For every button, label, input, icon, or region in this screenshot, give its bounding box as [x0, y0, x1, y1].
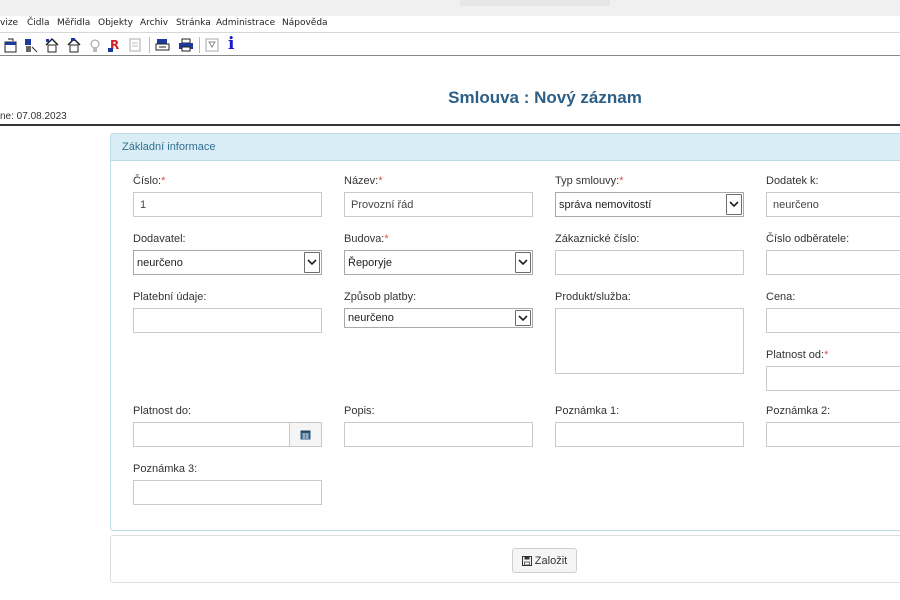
typ-smlouvy-label: Typ smlouvy:*: [555, 175, 623, 187]
typ-smlouvy-select[interactable]: správa nemovitostí: [555, 192, 744, 217]
budova-value: Řeporyje: [348, 257, 393, 269]
toolbar-separator: [149, 37, 150, 53]
cislo-odberatele-field[interactable]: [766, 250, 900, 275]
toolbar-separator: [199, 37, 200, 53]
zakaznicke-cislo-label: Zákaznické číslo:: [555, 233, 640, 245]
cislo-label: Číslo:*: [133, 175, 165, 187]
filter-icon[interactable]: [204, 37, 220, 53]
platnost-do-label: Platnost do:: [133, 405, 192, 417]
menu-item-objekty[interactable]: Objekty: [98, 18, 133, 28]
print-icon[interactable]: [178, 37, 194, 53]
platnost-do-field[interactable]: [133, 422, 290, 447]
new-window-icon[interactable]: [4, 37, 20, 53]
required-marker: *: [384, 233, 389, 245]
required-marker: *: [378, 175, 383, 187]
platnost-od-field[interactable]: [766, 366, 900, 391]
budova-label-text: Budova:: [344, 233, 385, 245]
chevron-down-icon[interactable]: [304, 252, 320, 273]
menu-item-stranka[interactable]: Stránka: [176, 18, 211, 28]
menu-item-administrace[interactable]: Administrace: [216, 18, 275, 28]
budova-label: Budova:*: [344, 233, 389, 245]
platnost-od-label: Platnost od:*: [766, 349, 828, 361]
actions-panel: Založit: [110, 535, 900, 583]
menu-item-vize[interactable]: vize: [0, 18, 18, 28]
platebni-udaje-label: Platební údaje:: [133, 291, 207, 303]
required-marker: *: [824, 349, 829, 361]
cena-label: Cena:: [766, 291, 796, 303]
poznamka2-label: Poznámka 2:: [766, 405, 831, 417]
header-divider: [0, 124, 900, 126]
create-button[interactable]: Založit: [512, 548, 577, 573]
chevron-down-icon[interactable]: [515, 252, 531, 273]
person-icon[interactable]: [23, 37, 39, 53]
nazev-label: Název:*: [344, 175, 383, 187]
cislo-label-text: Číslo:: [133, 175, 162, 187]
document-icon[interactable]: [127, 37, 143, 53]
popis-field[interactable]: [344, 422, 533, 447]
cislo-field[interactable]: 1: [133, 192, 322, 217]
menu-item-cidla[interactable]: Čidla: [27, 18, 50, 28]
nazev-label-text: Název:: [344, 175, 379, 187]
panel-heading-text: Základní informace: [122, 141, 216, 153]
produkt-sluzba-label: Produkt/služba:: [555, 291, 631, 303]
menu-item-meridla[interactable]: Měřidla: [57, 18, 90, 28]
toolbar: R i: [0, 32, 900, 56]
poznamka3-field[interactable]: [133, 480, 322, 505]
platebni-udaje-field[interactable]: [133, 308, 322, 333]
zpusob-platby-value: neurčeno: [348, 312, 394, 324]
browser-top-strip: [0, 0, 900, 16]
calendar-button[interactable]: [290, 422, 322, 447]
dodavatel-label: Dodavatel:: [133, 233, 186, 245]
house-outline-icon[interactable]: [66, 37, 82, 53]
popis-label: Popis:: [344, 405, 375, 417]
chevron-down-icon[interactable]: [726, 194, 742, 215]
platnost-od-label-text: Platnost od:: [766, 349, 825, 361]
zakaznicke-cislo-field[interactable]: [555, 250, 744, 275]
panel-heading: Základní informace: [111, 134, 900, 161]
basic-info-panel: Základní informace Číslo:* 1 Název:* Pro…: [110, 133, 900, 531]
menu-item-archiv[interactable]: Archiv: [140, 18, 168, 28]
nazev-field[interactable]: Provozní řád: [344, 192, 533, 217]
poznamka1-label: Poznámka 1:: [555, 405, 620, 417]
dodatek-label: Dodatek k:: [766, 175, 819, 187]
required-marker: *: [619, 175, 624, 187]
settings-icon[interactable]: [87, 37, 103, 53]
chevron-down-icon[interactable]: [515, 310, 531, 326]
date-label: ne: 07.08.2023: [0, 111, 67, 122]
report-r-icon[interactable]: R: [107, 37, 123, 53]
dodavatel-value: neurčeno: [137, 257, 183, 269]
save-icon: [521, 555, 532, 566]
info-icon[interactable]: i: [228, 34, 234, 54]
create-button-label: Založit: [534, 554, 568, 567]
tab-strip-hint: [460, 0, 610, 6]
cena-field[interactable]: [766, 308, 900, 333]
menu-item-napoveda[interactable]: Nápověda: [282, 18, 328, 28]
typ-smlouvy-label-text: Typ smlouvy:: [555, 175, 620, 187]
zpusob-platby-label: Způsob platby:: [344, 291, 417, 303]
house-icon[interactable]: [44, 37, 60, 53]
budova-select[interactable]: Řeporyje: [344, 250, 533, 275]
menu-bar: vize Čidla Měřidla Objekty Archiv Stránk…: [0, 16, 900, 32]
calendar-icon: [300, 430, 311, 440]
required-marker: *: [161, 175, 166, 187]
typ-smlouvy-value: správa nemovitostí: [559, 199, 652, 211]
produkt-sluzba-textarea[interactable]: [555, 308, 744, 374]
dodatek-field[interactable]: neurčeno: [766, 192, 900, 217]
cislo-odberatele-label: Číslo odběratele:: [766, 233, 850, 245]
page-title: Smlouva : Nový záznam: [448, 88, 642, 107]
poznamka1-field[interactable]: [555, 422, 744, 447]
zpusob-platby-select[interactable]: neurčeno: [344, 308, 533, 328]
poznamka2-field[interactable]: [766, 422, 900, 447]
dodavatel-select[interactable]: neurčeno: [133, 250, 322, 275]
export-icon[interactable]: [155, 37, 171, 53]
poznamka3-label: Poznámka 3:: [133, 463, 198, 475]
